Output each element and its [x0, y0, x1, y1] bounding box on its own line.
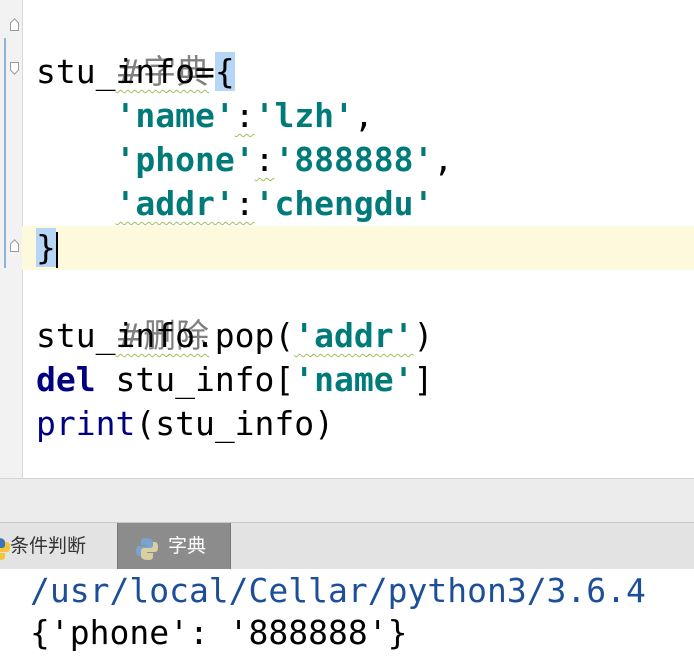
colon: : — [234, 96, 255, 135]
string-argument: 'addr' — [294, 316, 414, 355]
dict-value: 'lzh' — [254, 96, 354, 135]
tab-dictionary[interactable]: 字典 — [117, 523, 231, 569]
assign-operator: = — [194, 52, 215, 91]
code-line[interactable]: stu_info={ — [36, 50, 235, 94]
console-interpreter-path: /usr/local/Cellar/python3/3.6.4 — [30, 571, 646, 610]
text-caret — [55, 231, 58, 268]
code-line[interactable]: stu_info.pop('addr') — [36, 314, 433, 358]
colon: : — [254, 140, 275, 179]
python-file-icon — [134, 533, 160, 560]
code-line[interactable]: #删除 — [36, 270, 209, 355]
fold-icon[interactable] — [10, 239, 19, 252]
colon: : — [234, 184, 255, 223]
dict-key: 'phone' — [115, 140, 255, 179]
code-line[interactable]: 'phone':'888888', — [36, 138, 453, 182]
subscript-target: stu_info[ — [95, 360, 295, 399]
dict-key: 'addr' — [115, 184, 235, 223]
editor-panel-divider[interactable] — [0, 478, 694, 523]
string-argument: 'name' — [294, 360, 414, 399]
run-tab-bar: 条件判断 字典 — [0, 522, 694, 570]
tab-label: 条件判断 — [10, 535, 87, 557]
comma: , — [433, 140, 454, 179]
fold-icon[interactable] — [10, 18, 19, 31]
code-editor[interactable]: #字典 stu_info={ 'name':'lzh', 'phone':'88… — [0, 0, 694, 478]
code-line[interactable]: #字典 — [36, 6, 209, 91]
keyword: del — [36, 360, 96, 399]
fold-icon[interactable] — [10, 62, 19, 75]
brace-match-bar — [4, 38, 6, 268]
subscript-close: ] — [413, 360, 434, 399]
variable-name: stu_info — [36, 52, 195, 91]
call-arguments: (stu_info) — [135, 404, 335, 443]
dict-key: 'name' — [115, 96, 235, 135]
tab-label: 字典 — [168, 535, 207, 557]
dict-value: '888888' — [274, 140, 434, 179]
editor-gutter — [0, 0, 23, 478]
code-line[interactable]: del stu_info['name'] — [36, 358, 433, 402]
console-output-line: {'phone': '888888'} — [30, 613, 408, 652]
dict-value: 'chengdu' — [254, 184, 434, 223]
close-brace: } — [36, 228, 56, 267]
run-console[interactable]: /usr/local/Cellar/python3/3.6.4 {'phone'… — [0, 569, 694, 664]
code-line[interactable]: 'name':'lzh', — [36, 94, 374, 138]
method-call: stu_info.pop( — [36, 316, 295, 355]
call-close: ) — [413, 316, 434, 355]
tab-condition[interactable]: 条件判断 — [0, 523, 114, 569]
comma: , — [353, 96, 374, 135]
builtin-function: print — [36, 404, 136, 443]
code-line[interactable]: 'addr':'chengdu' — [36, 182, 433, 226]
open-brace: { — [214, 52, 235, 91]
current-code-line[interactable]: } — [22, 226, 694, 270]
python-file-icon — [0, 533, 12, 560]
code-line[interactable]: print(stu_info) — [36, 402, 334, 446]
